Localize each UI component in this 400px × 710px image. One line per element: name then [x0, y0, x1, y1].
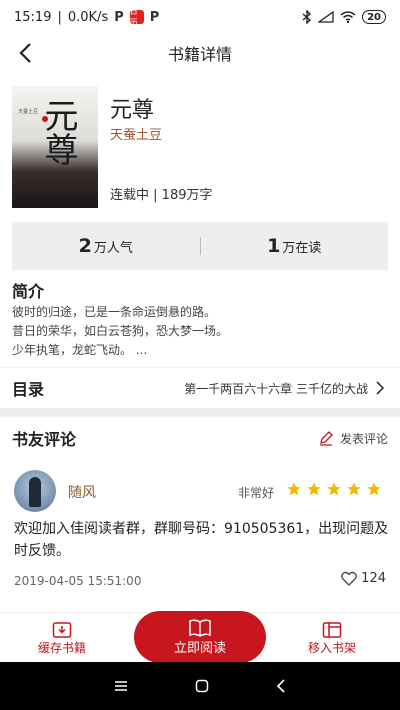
book-meta: 连载中 | 189万字 [110, 184, 213, 203]
meta-separator: | [149, 188, 162, 203]
rating-label: 非常好 [238, 486, 275, 500]
popularity-unit: 万人气 [93, 241, 133, 256]
status-sep: | [57, 9, 62, 25]
calendar-app-icon: 日历 [129, 7, 144, 27]
reviews-heading: 书友评论 [12, 430, 77, 449]
star-icon [307, 482, 321, 496]
status-bar: 15:19 | 0.0K/s P 日历 P 20 [0, 0, 400, 34]
back-arrow-icon [19, 43, 31, 63]
signal-icon [318, 11, 334, 23]
p-icon-2: P [149, 9, 160, 25]
book-header: 天蚕土豆 元尊 元尊 天蚕土豆 连载中 | 189万字 [0, 84, 400, 214]
write-review-button[interactable]: 发表评论 [318, 430, 388, 447]
network-speed: 0.0K/s [67, 9, 109, 25]
reading-value: 1 [267, 235, 281, 257]
intro-heading: 简介 [12, 282, 45, 301]
add-to-shelf-button[interactable]: 移入书架 [308, 621, 356, 656]
book-title: 元尊 [110, 98, 155, 123]
open-book-icon [189, 618, 211, 637]
back-button[interactable] [10, 38, 40, 68]
cover-title: 元尊 [38, 98, 78, 166]
battery-indicator: 20 [362, 10, 386, 24]
like-button[interactable]: 124 [341, 571, 386, 586]
star-icon [347, 482, 361, 496]
book-author[interactable]: 天蚕土豆 [110, 124, 162, 143]
toc-label: 目录 [12, 380, 45, 399]
battery-level: 20 [367, 11, 381, 23]
avatar-figure [29, 477, 41, 507]
bottom-action-bar: 缓存书籍 立即阅读 移入书架 [0, 611, 400, 663]
review-date: 2019-04-05 15:51:00 [14, 574, 142, 588]
chevron-right-icon [376, 381, 385, 395]
rating-stars [286, 481, 382, 497]
back-nav-icon[interactable] [276, 679, 286, 693]
toc-row[interactable]: 目录 第一千两百六十六章 三千亿的大战 [0, 370, 400, 406]
avatar[interactable] [14, 470, 56, 512]
divider [0, 367, 400, 368]
book-stats: 2 万人气 1 万在读 [12, 222, 388, 270]
reviewer-name[interactable]: 随风 [68, 482, 96, 502]
star-icon [327, 482, 341, 496]
review-item: 随风 非常好 欢迎加入佳阅读者群，群聊号码：910505361，出现问题及时反馈… [0, 460, 400, 600]
reviews-header: 书友评论 发表评论 [0, 420, 400, 456]
section-divider [0, 408, 400, 417]
bluetooth-icon [302, 10, 312, 24]
bookshelf-icon [322, 622, 342, 638]
book-word-count: 189万字 [161, 188, 213, 203]
popularity-value: 2 [78, 235, 92, 257]
menu-icon[interactable] [114, 680, 128, 692]
cover-author: 天蚕土豆 [18, 109, 39, 115]
download-icon [52, 622, 72, 638]
intro-line: 少年执笔，龙蛇飞动。 ... [12, 343, 148, 357]
book-status: 连载中 [110, 188, 150, 203]
intro-line: 昔日的荣华，如白云苍狗，恐大梦一场。 [12, 324, 229, 338]
star-icon [287, 482, 301, 496]
page-title: 书籍详情 [167, 45, 232, 64]
reading-unit: 万在读 [282, 241, 322, 256]
latest-chapter: 第一千两百六十六章 三千亿的大战 [184, 381, 368, 396]
home-icon[interactable] [195, 679, 209, 693]
shelf-label: 移入书架 [308, 641, 357, 655]
review-text: 欢迎加入佳阅读者群，群聊号码：910505361，出现问题及时反馈。 [14, 521, 389, 559]
status-time: 15:19 [14, 9, 52, 25]
read-now-button[interactable]: 立即阅读 [134, 611, 266, 663]
like-count: 124 [361, 571, 386, 586]
nav-bar: 书籍详情 [0, 34, 400, 72]
cache-label: 缓存书籍 [38, 641, 87, 655]
reading-stat: 1 万在读 [201, 235, 389, 257]
write-review-label: 发表评论 [339, 431, 388, 446]
pencil-icon [319, 431, 333, 446]
p-icon: P [114, 9, 124, 25]
heart-icon [341, 571, 358, 586]
intro-line: 彼时的归途，已是一条命运倒悬的路。 [12, 305, 217, 319]
system-nav-bar [0, 662, 400, 710]
wifi-icon [340, 11, 356, 23]
star-icon [367, 482, 381, 496]
read-now-label: 立即阅读 [173, 640, 226, 656]
book-cover[interactable]: 天蚕土豆 元尊 [12, 86, 98, 208]
intro-text[interactable]: 彼时的归途，已是一条命运倒悬的路。 昔日的荣华，如白云苍狗，恐大梦一场。 少年执… [12, 303, 392, 360]
cache-book-button[interactable]: 缓存书籍 [38, 621, 86, 656]
popularity-stat: 2 万人气 [12, 235, 200, 257]
